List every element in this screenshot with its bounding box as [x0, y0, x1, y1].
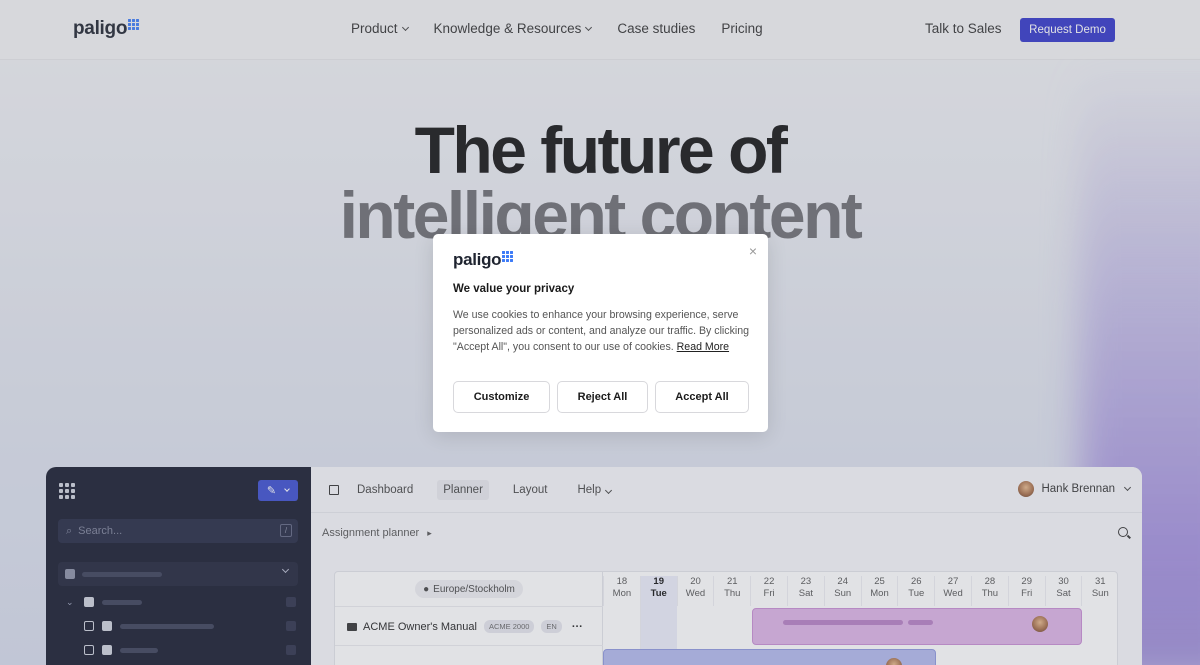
- reject-all-button[interactable]: Reject All: [557, 381, 648, 413]
- cookie-buttons: Customize Reject All Accept All: [453, 381, 749, 413]
- paligo-logo: paligo: [453, 250, 514, 270]
- accept-all-button[interactable]: Accept All: [655, 381, 749, 413]
- read-more-link[interactable]: Read More: [677, 341, 729, 353]
- cookie-body: We use cookies to enhance your browsing …: [453, 309, 750, 353]
- cookie-title: We value your privacy: [453, 283, 575, 295]
- cookie-consent-dialog: paligo × We value your privacy We use co…: [433, 234, 768, 432]
- close-icon[interactable]: ×: [749, 243, 757, 259]
- customize-button[interactable]: Customize: [453, 381, 550, 413]
- logo-dots-icon: [502, 251, 514, 262]
